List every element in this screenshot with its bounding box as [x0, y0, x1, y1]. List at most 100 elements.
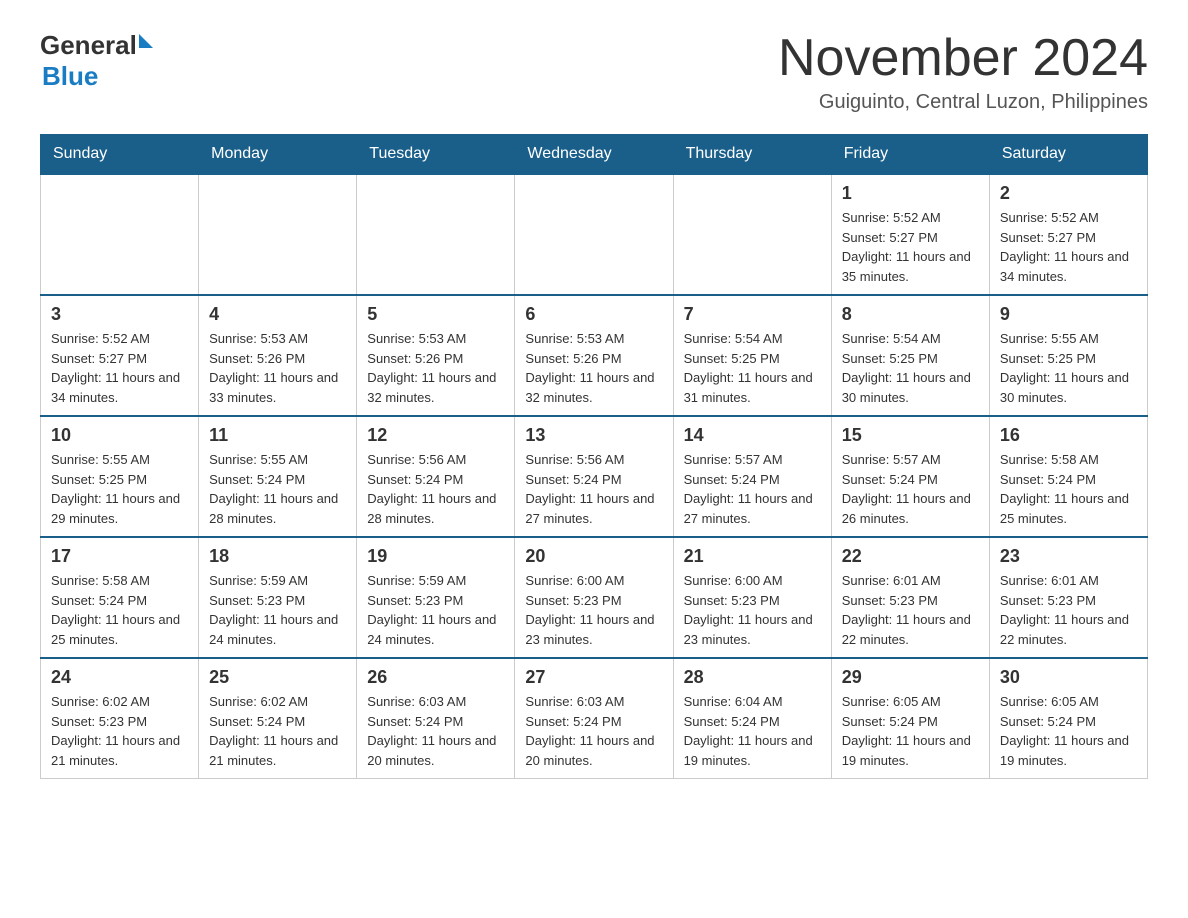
- calendar-cell: 10 Sunrise: 5:55 AMSunset: 5:25 PMDayligh…: [41, 416, 199, 537]
- day-info: Sunrise: 5:52 AMSunset: 5:27 PMDaylight:…: [842, 208, 979, 286]
- day-info: Sunrise: 5:56 AMSunset: 5:24 PMDaylight:…: [525, 450, 662, 528]
- calendar-cell: 26 Sunrise: 6:03 AMSunset: 5:24 PMDayligh…: [357, 658, 515, 779]
- day-info: Sunrise: 5:59 AMSunset: 5:23 PMDaylight:…: [209, 571, 346, 649]
- col-header-monday: Monday: [199, 135, 357, 175]
- calendar-cell: 8 Sunrise: 5:54 AMSunset: 5:25 PMDaylight…: [831, 295, 989, 416]
- col-header-thursday: Thursday: [673, 135, 831, 175]
- day-number: 18: [209, 546, 346, 567]
- day-number: 30: [1000, 667, 1137, 688]
- day-number: 6: [525, 304, 662, 325]
- logo-blue-text: Blue: [42, 61, 153, 92]
- day-info: Sunrise: 5:55 AMSunset: 5:25 PMDaylight:…: [51, 450, 188, 528]
- day-number: 4: [209, 304, 346, 325]
- day-number: 9: [1000, 304, 1137, 325]
- day-info: Sunrise: 5:58 AMSunset: 5:24 PMDaylight:…: [1000, 450, 1137, 528]
- calendar-cell: 30Sunrise: 6:05 AMSunset: 5:24 PMDayligh…: [989, 658, 1147, 779]
- calendar-cell: 5Sunrise: 5:53 AMSunset: 5:26 PMDaylight…: [357, 295, 515, 416]
- day-info: Sunrise: 6:01 AMSunset: 5:23 PMDaylight:…: [842, 571, 979, 649]
- logo: General Blue: [40, 30, 153, 92]
- day-number: 2: [1000, 183, 1137, 204]
- col-header-saturday: Saturday: [989, 135, 1147, 175]
- calendar-cell: 18 Sunrise: 5:59 AMSunset: 5:23 PMDayligh…: [199, 537, 357, 658]
- day-info: Sunrise: 5:52 AMSunset: 5:27 PMDaylight:…: [51, 329, 188, 407]
- day-info: Sunrise: 6:00 AMSunset: 5:23 PMDaylight:…: [525, 571, 662, 649]
- day-number: 16: [1000, 425, 1137, 446]
- calendar-cell: 1 Sunrise: 5:52 AMSunset: 5:27 PMDaylight…: [831, 174, 989, 295]
- calendar-cell: 25 Sunrise: 6:02 AMSunset: 5:24 PMDayligh…: [199, 658, 357, 779]
- calendar-cell: 6 Sunrise: 5:53 AMSunset: 5:26 PMDaylight…: [515, 295, 673, 416]
- week-row-2: 3 Sunrise: 5:52 AMSunset: 5:27 PMDaylight…: [41, 295, 1148, 416]
- page-header: General Blue November 2024 Guiguinto, Ce…: [40, 30, 1148, 114]
- calendar-cell: 29 Sunrise: 6:05 AMSunset: 5:24 PMDayligh…: [831, 658, 989, 779]
- calendar-cell: 27Sunrise: 6:03 AMSunset: 5:24 PMDayligh…: [515, 658, 673, 779]
- week-row-5: 24 Sunrise: 6:02 AMSunset: 5:23 PMDayligh…: [41, 658, 1148, 779]
- day-number: 1: [842, 183, 979, 204]
- calendar-cell: 19Sunrise: 5:59 AMSunset: 5:23 PMDayligh…: [357, 537, 515, 658]
- calendar-cell: 3 Sunrise: 5:52 AMSunset: 5:27 PMDaylight…: [41, 295, 199, 416]
- day-info: Sunrise: 5:58 AMSunset: 5:24 PMDaylight:…: [51, 571, 188, 649]
- day-info: Sunrise: 5:56 AMSunset: 5:24 PMDaylight:…: [367, 450, 504, 528]
- calendar-cell: [515, 174, 673, 295]
- calendar-cell: 9Sunrise: 5:55 AMSunset: 5:25 PMDaylight…: [989, 295, 1147, 416]
- calendar-cell: [673, 174, 831, 295]
- day-info: Sunrise: 5:55 AMSunset: 5:24 PMDaylight:…: [209, 450, 346, 528]
- calendar-cell: 28Sunrise: 6:04 AMSunset: 5:24 PMDayligh…: [673, 658, 831, 779]
- day-number: 15: [842, 425, 979, 446]
- day-number: 26: [367, 667, 504, 688]
- logo-general-text: General: [40, 30, 137, 61]
- calendar-cell: 13 Sunrise: 5:56 AMSunset: 5:24 PMDayligh…: [515, 416, 673, 537]
- day-number: 22: [842, 546, 979, 567]
- day-number: 17: [51, 546, 188, 567]
- week-row-4: 17 Sunrise: 5:58 AMSunset: 5:24 PMDayligh…: [41, 537, 1148, 658]
- calendar-cell: 20Sunrise: 6:00 AMSunset: 5:23 PMDayligh…: [515, 537, 673, 658]
- week-row-3: 10 Sunrise: 5:55 AMSunset: 5:25 PMDayligh…: [41, 416, 1148, 537]
- calendar-cell: 24 Sunrise: 6:02 AMSunset: 5:23 PMDayligh…: [41, 658, 199, 779]
- calendar-cell: [357, 174, 515, 295]
- calendar-cell: 16 Sunrise: 5:58 AMSunset: 5:24 PMDayligh…: [989, 416, 1147, 537]
- day-number: 21: [684, 546, 821, 567]
- day-number: 24: [51, 667, 188, 688]
- day-number: 7: [684, 304, 821, 325]
- week-row-1: 1 Sunrise: 5:52 AMSunset: 5:27 PMDaylight…: [41, 174, 1148, 295]
- day-number: 19: [367, 546, 504, 567]
- day-info: Sunrise: 6:00 AMSunset: 5:23 PMDaylight:…: [684, 571, 821, 649]
- month-title: November 2024: [778, 30, 1148, 87]
- title-area: November 2024 Guiguinto, Central Luzon, …: [778, 30, 1148, 114]
- day-number: 3: [51, 304, 188, 325]
- calendar-cell: 14Sunrise: 5:57 AMSunset: 5:24 PMDayligh…: [673, 416, 831, 537]
- day-info: Sunrise: 5:53 AMSunset: 5:26 PMDaylight:…: [367, 329, 504, 407]
- day-number: 10: [51, 425, 188, 446]
- day-info: Sunrise: 5:54 AMSunset: 5:25 PMDaylight:…: [684, 329, 821, 407]
- day-number: 11: [209, 425, 346, 446]
- col-header-friday: Friday: [831, 135, 989, 175]
- day-number: 13: [525, 425, 662, 446]
- calendar-cell: 21 Sunrise: 6:00 AMSunset: 5:23 PMDayligh…: [673, 537, 831, 658]
- day-info: Sunrise: 6:02 AMSunset: 5:24 PMDaylight:…: [209, 692, 346, 770]
- day-info: Sunrise: 6:04 AMSunset: 5:24 PMDaylight:…: [684, 692, 821, 770]
- day-info: Sunrise: 5:57 AMSunset: 5:24 PMDaylight:…: [842, 450, 979, 528]
- calendar-cell: 11 Sunrise: 5:55 AMSunset: 5:24 PMDayligh…: [199, 416, 357, 537]
- calendar-header-row: SundayMondayTuesdayWednesdayThursdayFrid…: [41, 135, 1148, 175]
- day-info: Sunrise: 5:53 AMSunset: 5:26 PMDaylight:…: [525, 329, 662, 407]
- calendar-cell: 7 Sunrise: 5:54 AMSunset: 5:25 PMDaylight…: [673, 295, 831, 416]
- calendar-cell: 2 Sunrise: 5:52 AMSunset: 5:27 PMDaylight…: [989, 174, 1147, 295]
- calendar-cell: [199, 174, 357, 295]
- logo-arrow-icon: [139, 34, 153, 48]
- day-number: 29: [842, 667, 979, 688]
- location-text: Guiguinto, Central Luzon, Philippines: [778, 91, 1148, 114]
- day-info: Sunrise: 6:05 AMSunset: 5:24 PMDaylight:…: [842, 692, 979, 770]
- day-info: Sunrise: 5:52 AMSunset: 5:27 PMDaylight:…: [1000, 208, 1137, 286]
- day-info: Sunrise: 5:53 AMSunset: 5:26 PMDaylight:…: [209, 329, 346, 407]
- calendar-cell: 4 Sunrise: 5:53 AMSunset: 5:26 PMDaylight…: [199, 295, 357, 416]
- day-number: 8: [842, 304, 979, 325]
- col-header-sunday: Sunday: [41, 135, 199, 175]
- day-info: Sunrise: 6:02 AMSunset: 5:23 PMDaylight:…: [51, 692, 188, 770]
- day-info: Sunrise: 6:03 AMSunset: 5:24 PMDaylight:…: [367, 692, 504, 770]
- calendar-cell: 23Sunrise: 6:01 AMSunset: 5:23 PMDayligh…: [989, 537, 1147, 658]
- day-number: 12: [367, 425, 504, 446]
- day-info: Sunrise: 6:03 AMSunset: 5:24 PMDaylight:…: [525, 692, 662, 770]
- calendar-cell: 22 Sunrise: 6:01 AMSunset: 5:23 PMDayligh…: [831, 537, 989, 658]
- day-info: Sunrise: 5:54 AMSunset: 5:25 PMDaylight:…: [842, 329, 979, 407]
- day-number: 25: [209, 667, 346, 688]
- day-number: 14: [684, 425, 821, 446]
